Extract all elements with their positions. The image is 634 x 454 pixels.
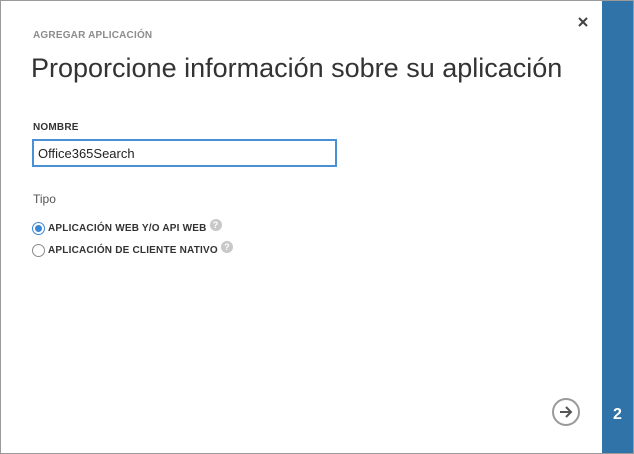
- type-label: Tipo: [33, 192, 56, 206]
- add-application-dialog: AGREGAR APLICACIÓN Proporcione informaci…: [0, 0, 634, 454]
- step-number: 2: [613, 406, 622, 423]
- wizard-step-panel: 2: [602, 1, 633, 453]
- close-icon[interactable]: [576, 15, 590, 29]
- radio-button-web-app[interactable]: [32, 222, 45, 235]
- radio-label-native-client: APLICACIÓN DE CLIENTE NATIVO: [48, 245, 218, 256]
- radio-option-web-app[interactable]: APLICACIÓN WEB Y/O API WEB ?: [32, 218, 222, 235]
- question-mark-icon[interactable]: ?: [209, 218, 222, 231]
- name-input[interactable]: [32, 139, 337, 167]
- radio-option-native-client[interactable]: APLICACIÓN DE CLIENTE NATIVO ?: [32, 240, 233, 257]
- arrow-right-icon: [560, 406, 573, 418]
- name-label: NOMBRE: [33, 122, 79, 133]
- dialog-subtitle: AGREGAR APLICACIÓN: [33, 30, 153, 41]
- next-button[interactable]: [552, 398, 580, 426]
- radio-button-native-client[interactable]: [32, 244, 45, 257]
- question-mark-icon[interactable]: ?: [220, 240, 233, 253]
- radio-label-web-app: APLICACIÓN WEB Y/O API WEB: [48, 223, 207, 234]
- dialog-title: Proporcione información sobre su aplicac…: [31, 53, 563, 83]
